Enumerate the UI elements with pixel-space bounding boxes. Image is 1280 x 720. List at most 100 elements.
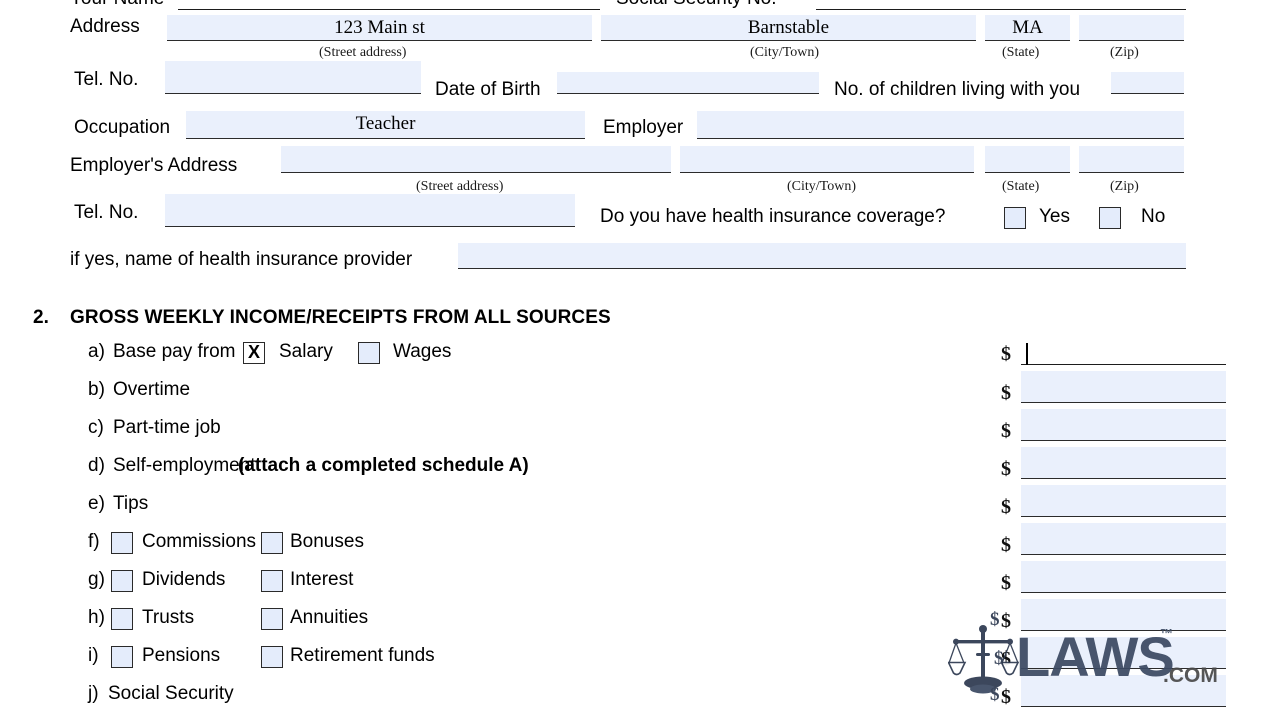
income-row-f-bonuses-label: Bonuses [290,531,364,552]
employer-address-city-caption: (City/Town) [787,179,857,194]
insurance-yes-checkbox[interactable] [1004,207,1026,229]
your-name-label: Your Name [70,0,164,10]
tel-label: Tel. No. [74,69,139,90]
income-row-j-letter: j) [88,683,99,704]
income-row-g-interest-label: Interest [290,569,354,590]
income-row-h-trusts-label: Trusts [142,607,195,628]
insurance-no-label: No [1141,206,1166,227]
income-row-i-retirement-checkbox[interactable] [261,646,283,668]
income-row-g-dividends-label: Dividends [142,569,226,590]
income-row-e-label: Tips [113,493,149,514]
income-row-f-letter: f) [88,531,100,552]
logo-trademark-icon: ™ [1160,626,1173,641]
social-security-label: Social Security No. [616,0,777,10]
income-row-c-amount-field[interactable] [1021,409,1226,441]
income-row-a-amount-field[interactable] [1021,364,1226,365]
income-row-f-commissions-label: Commissions [142,531,257,552]
logo-dotcom: .COM [1163,664,1218,687]
income-row-f-bonuses-checkbox[interactable] [261,532,283,554]
income-row-a-salary-mark: X [247,342,260,362]
income-row-b-currency: $ [1001,382,1011,404]
employer-address-label: Employer's Address [70,155,238,176]
insurance-question-label: Do you have health insurance coverage? [600,206,946,227]
income-row-j-label: Social Security [108,683,234,704]
laws-com-logo: $ $ $ LAWS ™ .COM [948,609,1248,705]
income-row-a-wages-checkbox[interactable] [358,342,380,364]
address-state-field[interactable]: MA [985,15,1070,41]
income-row-g-letter: g) [88,569,105,590]
address-state-caption: (State) [1002,45,1040,60]
income-row-g-currency: $ [1001,572,1011,594]
employer-tel-field[interactable] [165,194,575,227]
dob-label: Date of Birth [435,79,541,100]
income-row-e-amount-field[interactable] [1021,485,1226,517]
occupation-value: Teacher [355,113,416,134]
insurance-provider-label: if yes, name of health insurance provide… [70,249,413,270]
dob-field[interactable] [557,72,819,94]
income-row-d-letter: d) [88,455,105,476]
address-city-value: Barnstable [747,17,830,38]
employer-label: Employer [603,117,684,138]
income-row-h-annuities-checkbox[interactable] [261,608,283,630]
address-city-field[interactable]: Barnstable [601,15,976,41]
income-row-h-annuities-label: Annuities [290,607,369,628]
income-row-a-currency: $ [1001,343,1011,365]
income-row-f-currency: $ [1001,534,1011,556]
social-security-field[interactable] [816,9,1186,10]
address-state-value: MA [1012,17,1043,38]
occupation-field[interactable]: Teacher [186,111,585,139]
children-label: No. of children living with you [834,79,1081,100]
scales-of-justice-icon [948,625,1020,694]
income-row-f-commissions-checkbox[interactable] [111,532,133,554]
employer-address-street-field[interactable] [281,146,671,173]
logo-dollar-top: $ [990,609,1000,630]
employer-field[interactable] [697,111,1184,139]
income-row-c-currency: $ [1001,420,1011,442]
income-row-c-letter: c) [88,417,104,438]
address-street-field[interactable]: 123 Main st [167,15,592,41]
employer-address-zip-caption: (Zip) [1110,179,1139,194]
employer-address-state-field[interactable] [985,146,1070,173]
section2-number: 2. [33,307,50,328]
address-city-caption: (City/Town) [750,45,820,60]
occupation-label: Occupation [74,117,171,138]
income-row-e-letter: e) [88,493,105,514]
income-row-a-letter: a) [88,341,105,362]
income-row-h-trusts-checkbox[interactable] [111,608,133,630]
logo-dollar-mid: $ [994,648,1004,669]
employer-tel-label: Tel. No. [74,202,139,223]
income-row-i-retirement-label: Retirement funds [290,645,435,666]
address-zip-caption: (Zip) [1110,45,1139,60]
employer-address-city-field[interactable] [680,146,974,173]
insurance-provider-field[interactable] [458,243,1186,269]
section2-heading: GROSS WEEKLY INCOME/RECEIPTS FROM ALL SO… [70,307,611,328]
address-street-value: 123 Main st [334,17,425,38]
income-row-g-interest-checkbox[interactable] [261,570,283,592]
logo-wordmark: LAWS [1016,625,1175,688]
income-row-h-letter: h) [88,607,105,628]
income-row-a-salary-label: Salary [279,341,333,362]
children-field[interactable] [1111,72,1184,94]
logo-dollar-bottom: $ [990,684,1000,705]
income-row-e-currency: $ [1001,496,1011,518]
income-row-a-wages-label: Wages [393,341,452,362]
income-row-b-amount-field[interactable] [1021,371,1226,403]
income-row-b-label: Overtime [113,379,191,400]
income-row-d-amount-field[interactable] [1021,447,1226,479]
your-name-field[interactable] [178,9,600,10]
income-row-i-pensions-checkbox[interactable] [111,646,133,668]
income-row-a-salary-checkbox[interactable]: X [243,342,265,364]
income-row-g-amount-field[interactable] [1021,561,1226,593]
address-zip-field[interactable] [1079,15,1184,41]
form-page: Your Name Social Security No. Address 12… [0,0,1280,720]
insurance-no-checkbox[interactable] [1099,207,1121,229]
income-row-c-label: Part-time job [113,417,221,438]
income-row-g-dividends-checkbox[interactable] [111,570,133,592]
income-row-f-amount-field[interactable] [1021,523,1226,555]
income-row-i-pensions-label: Pensions [142,645,221,666]
income-row-a-amount-caret [1026,343,1028,365]
employer-address-zip-field[interactable] [1079,146,1184,173]
income-row-d-label: Self-employment [113,455,256,476]
income-row-i-letter: i) [88,645,99,666]
tel-field[interactable] [165,61,421,94]
